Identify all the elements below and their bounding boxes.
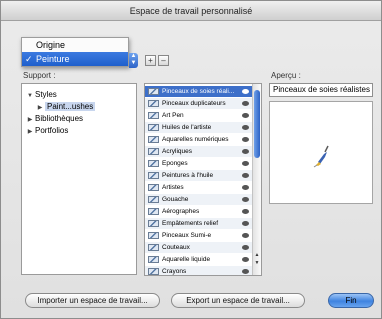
eye-icon[interactable] [242, 137, 249, 142]
eye-icon[interactable] [242, 125, 249, 130]
tree-item-paint-brushes[interactable]: ▶ Paint...ushes [35, 101, 96, 112]
list-item-label: Eponges [162, 160, 188, 167]
list-item-label: Gouache [162, 196, 189, 203]
menu-item-label: Peinture [36, 54, 70, 64]
tree-item-label: Portfolios [35, 126, 69, 135]
scroll-up-icon[interactable]: ▲ [253, 252, 261, 259]
list-item-label: Aérographes [162, 208, 200, 215]
eye-icon[interactable] [242, 221, 249, 226]
list-item[interactable]: Acryliques [145, 146, 253, 157]
list-item[interactable]: Couteaux [145, 242, 253, 253]
popup-arrows-icon[interactable]: ▲ ▼ [129, 53, 138, 68]
list-item[interactable]: Empâtements relief [145, 218, 253, 229]
brush-icon [148, 208, 159, 215]
list-item[interactable]: Aquarelle liquide [145, 254, 253, 265]
list-item-label: Peintures à l'huile [162, 172, 214, 179]
tree-item-label: Bibliothèques [35, 114, 84, 123]
brush-preview [269, 101, 373, 204]
eye-icon[interactable] [242, 197, 249, 202]
import-workspace-button[interactable]: Importer un espace de travail... [25, 293, 160, 308]
menu-item-label: Origine [36, 40, 66, 50]
list-item[interactable]: Gouache [145, 194, 253, 205]
tree-item-styles[interactable]: ▼ Styles [25, 89, 57, 100]
list-item[interactable]: Artistes [145, 182, 253, 193]
list-item[interactable]: Huiles de l'artiste [145, 122, 253, 133]
support-label: Support : [23, 71, 56, 80]
preview-label: Aperçu : [271, 71, 301, 80]
brush-icon [148, 232, 159, 239]
brush-icon [148, 148, 159, 155]
brush-icon [148, 184, 159, 191]
done-button[interactable]: Fin [328, 293, 374, 308]
list-item[interactable]: Eponges [145, 158, 253, 169]
list-item-label: Crayons [162, 268, 187, 275]
workspace-dialog: Espace de travail personnalisé Origine ✓… [0, 0, 382, 319]
scroll-down-icon[interactable]: ▼ [253, 260, 261, 267]
eye-icon[interactable] [242, 185, 249, 190]
eye-icon[interactable] [242, 149, 249, 154]
eye-icon[interactable] [242, 89, 249, 94]
eye-icon[interactable] [242, 209, 249, 214]
list-item-label: Art Pen [162, 112, 184, 119]
brush-icon [148, 172, 159, 179]
brush-icon [148, 112, 159, 119]
menu-item-peinture[interactable]: ✓ Peinture [22, 52, 128, 66]
list-item-label: Empâtements relief [162, 220, 218, 227]
eye-icon[interactable] [242, 173, 249, 178]
tree-item-label: Paint...ushes [45, 102, 96, 111]
list-item[interactable]: Pinceaux duplicateurs [145, 98, 253, 109]
list-item[interactable]: Aérographes [145, 206, 253, 217]
disclosure-closed-icon[interactable]: ▶ [25, 127, 35, 138]
workspace-menu[interactable]: Origine ✓ Peinture ▲ ▼ [21, 37, 138, 68]
list-item[interactable]: Pinceaux de soies réali... [145, 86, 253, 97]
eye-icon[interactable] [242, 161, 249, 166]
eye-icon[interactable] [242, 101, 249, 106]
brush-category-list[interactable]: Pinceaux de soies réali... Pinceaux dupl… [144, 83, 262, 276]
list-item[interactable]: Art Pen [145, 110, 253, 121]
list-item-label: Aquarelle liquide [162, 256, 211, 263]
brush-icon [148, 196, 159, 203]
eye-icon[interactable] [242, 269, 249, 274]
eye-icon[interactable] [242, 233, 249, 238]
export-workspace-button[interactable]: Export un espace de travail... [171, 293, 305, 308]
list-item-label: Huiles de l'artiste [162, 124, 212, 131]
tree-item-bibliotheques[interactable]: ▶ Bibliothèques [25, 113, 83, 124]
list-scrollbar[interactable]: ▲ ▼ [252, 84, 261, 275]
tree-item-label: Styles [35, 90, 57, 99]
support-tree[interactable]: ▼ Styles ▶ Paint...ushes ▶ Bibliothèques ▶ P… [21, 83, 137, 275]
list-item[interactable]: Aquarelles numériques [145, 134, 253, 145]
list-item-label: Artistes [162, 184, 184, 191]
brush-icon [148, 220, 159, 227]
window-title: Espace de travail personnalisé [1, 1, 381, 21]
remove-workspace-button[interactable]: – [158, 55, 169, 66]
list-item[interactable]: Peintures à l'huile [145, 170, 253, 181]
brush-icon [148, 100, 159, 107]
eye-icon[interactable] [242, 113, 249, 118]
tree-item-portfolios[interactable]: ▶ Portfolios [25, 125, 69, 138]
brush-icon [148, 268, 159, 275]
list-item-label: Pinceaux duplicateurs [162, 100, 226, 107]
brush-icon [148, 88, 159, 95]
list-item-label: Aquarelles numériques [162, 136, 229, 143]
brush-icon [148, 256, 159, 263]
disclosure-open-icon[interactable]: ▼ [25, 91, 35, 102]
brush-icon [148, 124, 159, 131]
checkmark-icon: ✓ [25, 54, 33, 64]
brush-icon [148, 160, 159, 167]
brush-stroke-preview [313, 145, 329, 168]
list-item[interactable]: Crayons [145, 266, 253, 275]
eye-icon[interactable] [242, 245, 249, 250]
menu-item-origine[interactable]: Origine [22, 38, 128, 52]
eye-icon[interactable] [242, 257, 249, 262]
brush-icon [148, 136, 159, 143]
preview-name-field: Pinceaux de soies réalistes [269, 83, 373, 97]
brush-icon [148, 244, 159, 251]
list-item-label: Couteaux [162, 244, 190, 251]
add-workspace-button[interactable]: + [145, 55, 156, 66]
list-item[interactable]: Pinceaux Sumi-e [145, 230, 253, 241]
list-item-label: Pinceaux Sumi-e [162, 232, 212, 239]
scrollbar-thumb[interactable] [254, 90, 260, 158]
list-item-label: Pinceaux de soies réali... [162, 88, 235, 95]
list-item-label: Acryliques [162, 148, 192, 155]
